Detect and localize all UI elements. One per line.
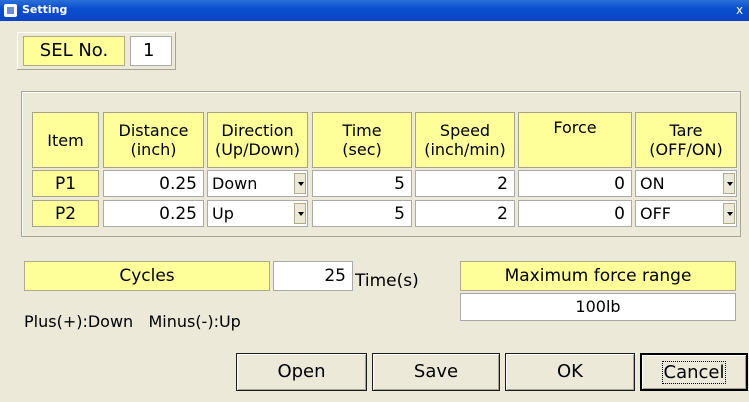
header-tare: Tare (OFF/ON) [635, 112, 737, 168]
p1-direction-select[interactable]: Down [207, 170, 308, 197]
row-label-p1: P1 [32, 170, 99, 197]
p2-direction-select[interactable]: Up [207, 200, 308, 227]
p1-direction-value: Down [212, 174, 258, 193]
header-distance-line1: Distance [118, 121, 189, 140]
p2-distance-field[interactable]: 0.25 [103, 200, 204, 227]
p1-tare-select[interactable]: ON [635, 170, 737, 197]
chevron-down-icon[interactable] [723, 173, 735, 194]
cycles-label: Cycles [24, 261, 270, 291]
direction-hint: Plus(+):Down Minus(-):Up [24, 312, 241, 331]
cancel-button[interactable]: Cancel [640, 353, 748, 391]
chevron-down-icon[interactable] [294, 173, 306, 194]
window-title: Setting [22, 3, 68, 16]
header-direction-line2: (Up/Down) [214, 140, 301, 159]
header-speed: Speed (inch/min) [415, 112, 515, 168]
sel-number-field[interactable]: 1 [130, 36, 172, 66]
p1-speed-field[interactable]: 2 [415, 170, 515, 197]
p1-tare-value: ON [640, 174, 665, 193]
p2-tare-value: OFF [640, 204, 671, 223]
max-force-label: Maximum force range [460, 261, 736, 291]
header-direction: Direction (Up/Down) [207, 112, 308, 168]
chevron-down-icon[interactable] [723, 203, 735, 224]
row-label-p2: P2 [32, 200, 99, 227]
cycles-field[interactable]: 25 [273, 261, 353, 291]
header-item-label: Item [47, 130, 84, 150]
p2-force-field[interactable]: 0 [518, 200, 632, 227]
max-force-value: 100lb [460, 293, 736, 321]
header-time: Time (sec) [312, 112, 412, 168]
header-time-line1: Time [342, 121, 382, 140]
title-bar: Setting x [0, 0, 749, 21]
save-button[interactable]: Save [372, 353, 500, 391]
header-force-label: Force [553, 118, 597, 137]
p2-time-field[interactable]: 5 [312, 200, 412, 227]
p1-force-field[interactable]: 0 [518, 170, 632, 197]
header-item: Item [32, 112, 99, 168]
header-distance: Distance (inch) [103, 112, 204, 168]
header-speed-line2: (inch/min) [424, 140, 506, 159]
p1-distance-field[interactable]: 0.25 [103, 170, 204, 197]
sel-label: SEL No. [23, 36, 125, 66]
chevron-down-icon[interactable] [294, 203, 306, 224]
p2-speed-field[interactable]: 2 [415, 200, 515, 227]
header-speed-line1: Speed [439, 121, 491, 140]
cancel-button-label: Cancel [661, 361, 727, 384]
ok-button[interactable]: OK [505, 353, 635, 391]
header-distance-line2: (inch) [130, 140, 177, 159]
open-button[interactable]: Open [236, 353, 367, 391]
header-time-line2: (sec) [342, 140, 382, 159]
header-force: Force [518, 112, 632, 168]
header-tare-line1: Tare [669, 121, 703, 140]
p2-tare-select[interactable]: OFF [635, 200, 737, 227]
p1-time-field[interactable]: 5 [312, 170, 412, 197]
app-icon [4, 4, 17, 17]
header-direction-line1: Direction [221, 121, 294, 140]
close-button[interactable]: x [732, 3, 747, 18]
cycles-unit: Time(s) [355, 271, 419, 291]
header-tare-line2: (OFF/ON) [649, 140, 723, 159]
p2-direction-value: Up [212, 204, 234, 223]
